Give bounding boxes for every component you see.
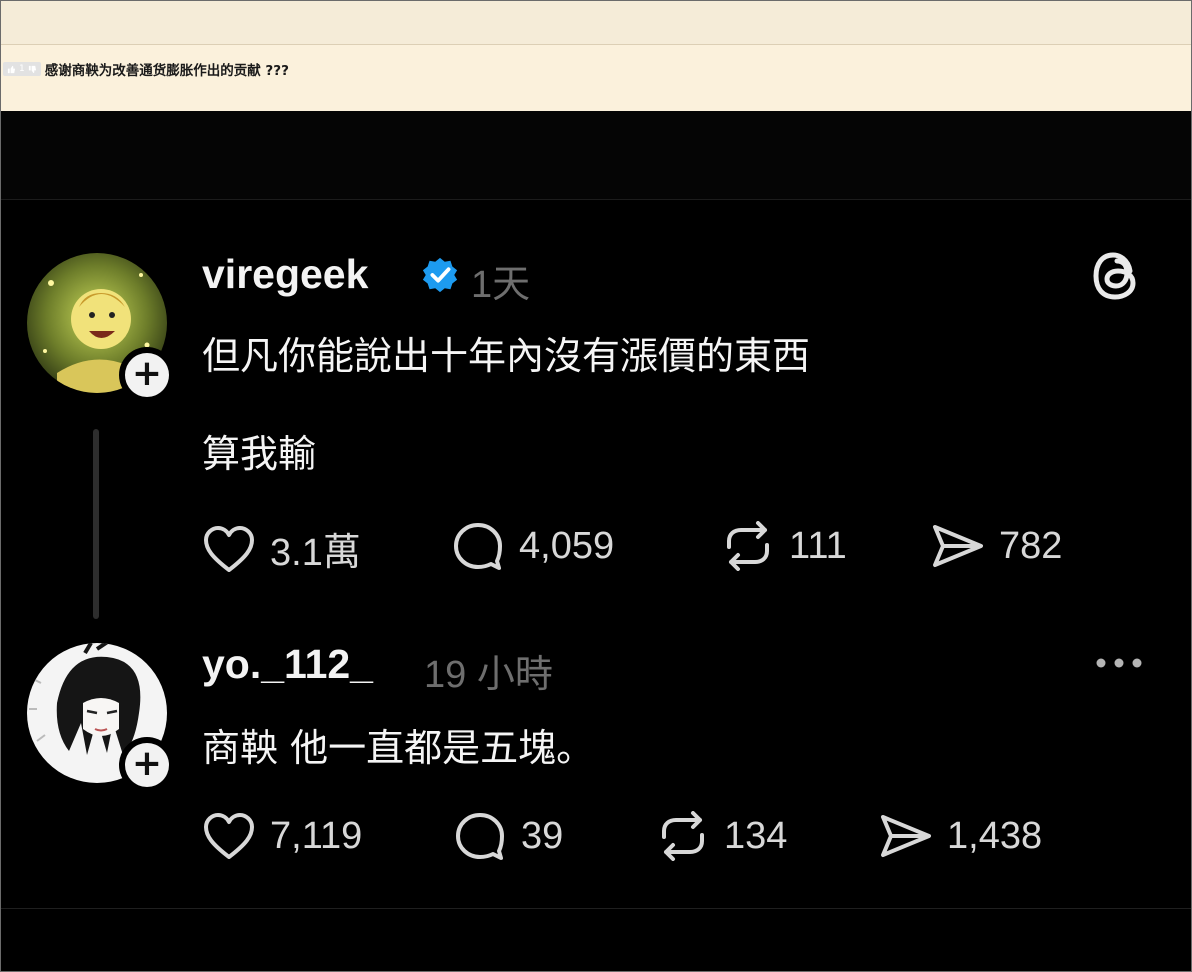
like-button[interactable]: 7,119: [202, 811, 362, 861]
send-icon: [933, 525, 983, 567]
comment-bubble-icon: [454, 523, 502, 570]
repost-button[interactable]: 111: [721, 521, 847, 571]
username[interactable]: yo._112_: [202, 641, 373, 688]
vote-widget[interactable]: 1: [3, 62, 41, 76]
plus-icon: +: [125, 743, 169, 787]
repost-button[interactable]: 134: [656, 811, 787, 861]
repost-icon: [662, 811, 704, 861]
forum-header: 1 感谢商鞅为改善通货膨胀作出的贡献 ???: [1, 1, 1191, 111]
thread-bottom-divider: [1, 908, 1191, 909]
repost-count: 134: [724, 814, 788, 857]
send-icon: [881, 815, 931, 857]
like-count: 3.1萬: [270, 532, 361, 574]
comment-button[interactable]: 4,059: [451, 521, 614, 571]
like-count: 7,119: [270, 814, 363, 857]
share-button[interactable]: 782: [931, 521, 1062, 571]
share-button[interactable]: 1,438: [879, 811, 1042, 861]
repost-icon: [727, 521, 769, 571]
follow-button[interactable]: +: [119, 737, 175, 793]
upvote-count: 1: [19, 64, 25, 74]
plus-icon: +: [125, 353, 169, 397]
thread-connector-line: [93, 429, 99, 619]
username[interactable]: viregeek: [202, 251, 368, 298]
forum-thread-row: 1 感谢商鞅为改善通货膨胀作出的贡献 ???: [3, 59, 289, 79]
thumbs-down-icon[interactable]: [28, 65, 37, 74]
more-options-icon[interactable]: [1093, 655, 1145, 671]
forum-toolbar-strip: [1, 1, 1191, 45]
thread-top-spacer: [1, 111, 1191, 200]
post-time: 1天: [471, 264, 531, 306]
heart-icon: [204, 525, 254, 572]
screenshot-frame: 1 感谢商鞅为改善通货膨胀作出的贡献 ??? + viregeek 1天 但凡你…: [0, 0, 1192, 972]
share-count: 782: [999, 524, 1063, 567]
follow-button[interactable]: +: [119, 347, 175, 403]
repost-count: 111: [789, 524, 847, 567]
comment-count: 4,059: [519, 524, 615, 567]
comment-button[interactable]: 39: [453, 811, 563, 861]
threads-logo-icon[interactable]: [1091, 249, 1143, 303]
like-button[interactable]: 3.1萬: [202, 521, 361, 576]
verified-badge-icon: [422, 257, 458, 293]
heart-icon: [204, 813, 254, 859]
comment-bubble-icon: [456, 813, 504, 860]
comment-count: 39: [521, 814, 564, 857]
forum-thread-title[interactable]: 感谢商鞅为改善通货膨胀作出的贡献 ???: [45, 59, 289, 79]
post-text-line-2: 算我輸: [202, 432, 317, 476]
thumbs-up-icon[interactable]: [7, 65, 16, 74]
share-count: 1,438: [947, 814, 1043, 857]
post-text-line-1: 商鞅 他一直都是五塊。: [202, 726, 595, 770]
post-time: 19 小時: [424, 654, 553, 696]
post-text-line-1: 但凡你能說出十年內沒有漲價的東西: [202, 334, 811, 378]
